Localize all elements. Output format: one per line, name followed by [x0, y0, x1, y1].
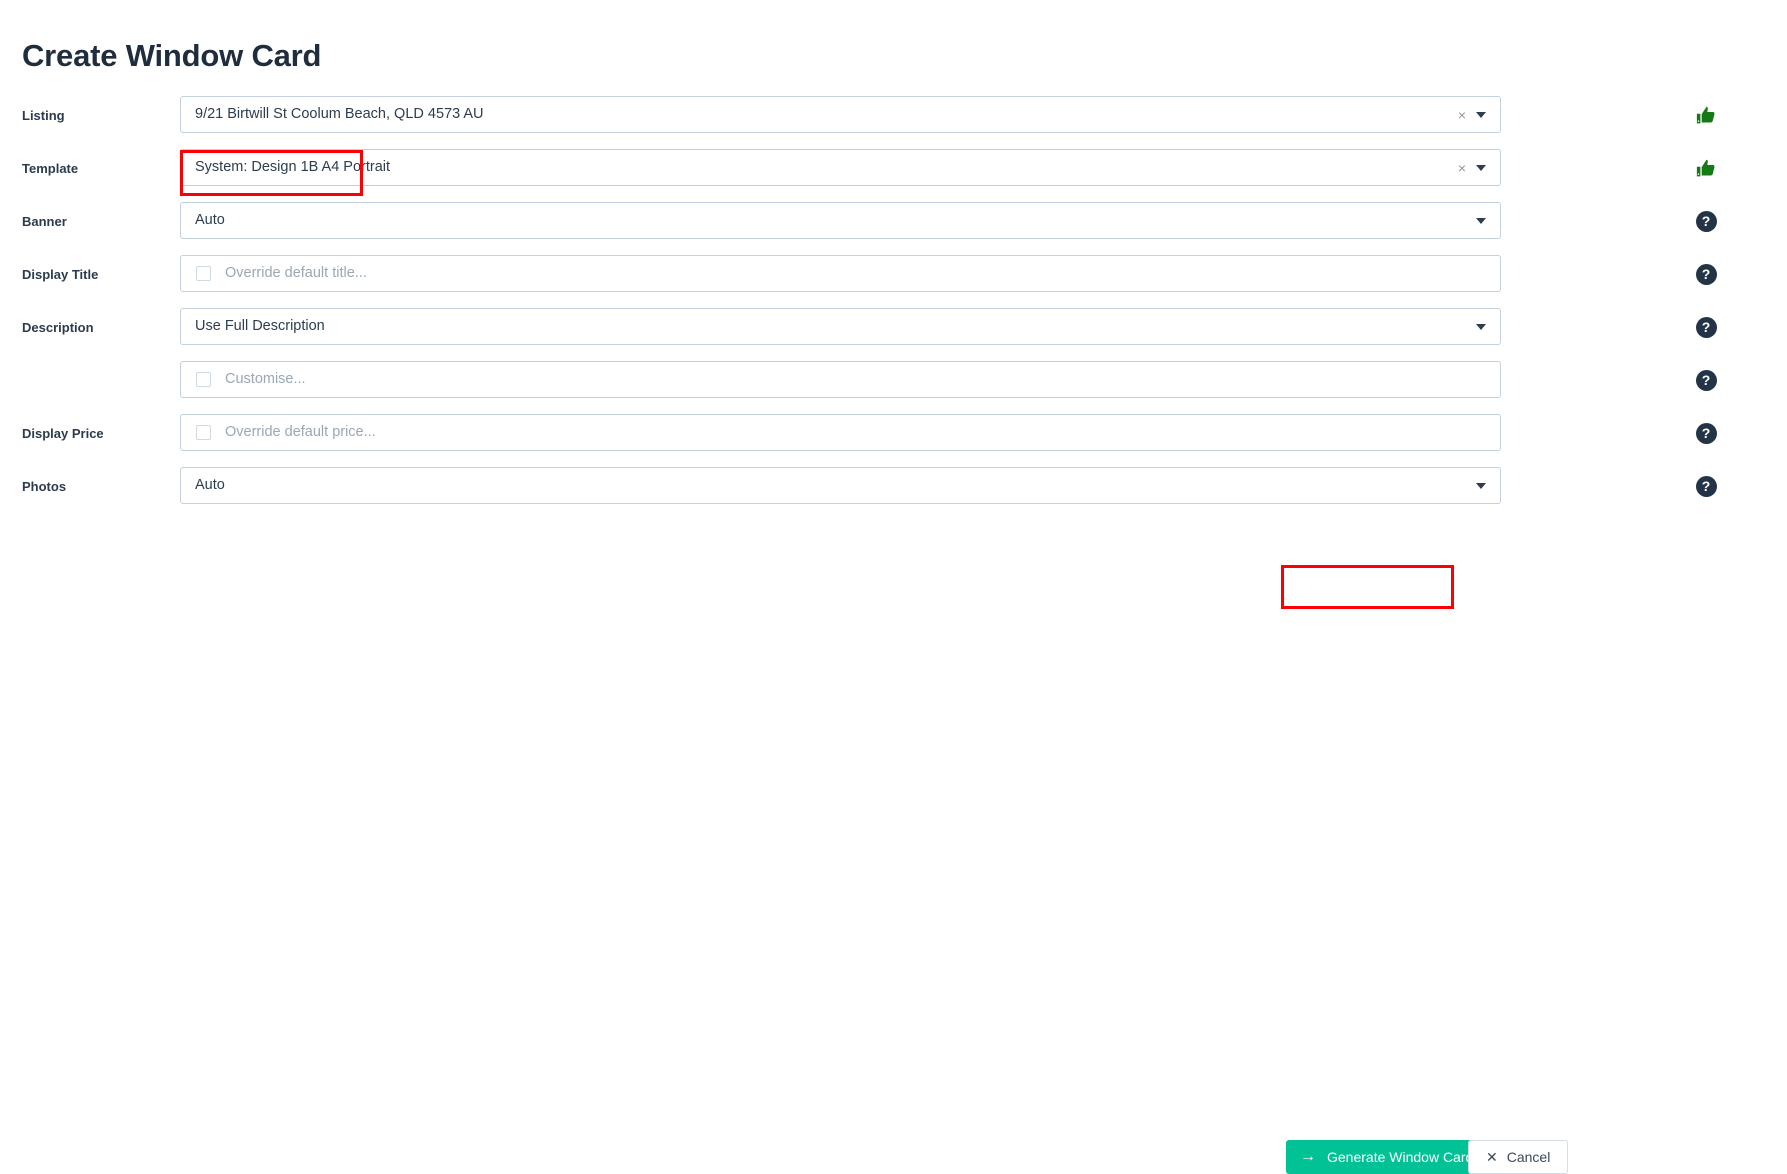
- form-row: Listing 9/21 Birtwill St Coolum Beach, QL…: [0, 96, 1787, 149]
- chevron-down-icon[interactable]: [1476, 323, 1486, 330]
- select-field[interactable]: 9/21 Birtwill St Coolum Beach, QLD 4573 …: [180, 96, 1501, 133]
- help-glyph: ?: [1695, 263, 1717, 285]
- select-field[interactable]: Auto: [180, 467, 1501, 504]
- arrow-right-icon: →: [1300, 1148, 1316, 1165]
- chevron-down-icon[interactable]: [1476, 164, 1486, 171]
- help-glyph: ?: [1695, 369, 1717, 391]
- help-icon[interactable]: ?: [1693, 314, 1719, 340]
- help-icon[interactable]: ?: [1693, 208, 1719, 234]
- checkbox[interactable]: [196, 266, 211, 281]
- field-label: Template: [22, 161, 79, 176]
- form-row: Display Title Override default title...?: [0, 255, 1787, 308]
- field-label: Display Title: [22, 267, 99, 282]
- field-wrapper: 9/21 Birtwill St Coolum Beach, QLD 4573 …: [180, 96, 1715, 133]
- checkbox[interactable]: [196, 372, 211, 387]
- help-glyph: ?: [1695, 316, 1717, 338]
- help-glyph: ?: [1695, 210, 1717, 232]
- field-label: Listing: [22, 108, 65, 123]
- x-icon: ✕: [1486, 1149, 1498, 1165]
- create-window-card-form: Listing 9/21 Birtwill St Coolum Beach, QL…: [0, 96, 1787, 520]
- chevron-down-icon[interactable]: [1476, 217, 1486, 224]
- field-value: Use Full Description: [195, 318, 325, 334]
- chevron-down-icon[interactable]: [1476, 482, 1486, 489]
- checkbox[interactable]: [196, 425, 211, 440]
- field-wrapper: System: Design 1B A4 Portrait ×: [180, 149, 1715, 186]
- help-icon[interactable]: ?: [1693, 367, 1719, 393]
- form-row: Banner Auto?: [0, 202, 1787, 255]
- form-row: Photos Auto?: [0, 467, 1787, 520]
- field-wrapper: Customise...?: [180, 361, 1717, 398]
- field-label: Description: [22, 320, 94, 335]
- field-label: [0, 361, 180, 373]
- cancel-button[interactable]: ✕ Cancel: [1468, 1140, 1569, 1174]
- generate-window-card-button[interactable]: → Generate Window Card: [1286, 1140, 1490, 1174]
- field-placeholder: Customise...: [225, 371, 306, 387]
- select-field[interactable]: Auto: [180, 202, 1501, 239]
- field-wrapper: Auto?: [180, 202, 1717, 239]
- field-placeholder: Override default price...: [225, 424, 376, 440]
- field-value: System: Design 1B A4 Portrait: [195, 159, 391, 175]
- help-icon[interactable]: ?: [1693, 473, 1719, 499]
- field-placeholder: Override default title...: [225, 265, 367, 281]
- field-value: Auto: [195, 477, 225, 493]
- clear-selection-icon[interactable]: ×: [1452, 108, 1474, 122]
- field-wrapper: Auto?: [180, 467, 1717, 504]
- text-input-field[interactable]: Override default title...: [180, 255, 1501, 292]
- field-value: Auto: [195, 212, 225, 228]
- help-icon[interactable]: ?: [1693, 261, 1719, 287]
- form-footer: → Generate Window Card ✕ Cancel: [0, 570, 1787, 1174]
- select-field[interactable]: System: Design 1B A4 Portrait ×: [180, 149, 1501, 186]
- form-row: Customise...?: [0, 361, 1787, 414]
- clear-selection-icon[interactable]: ×: [1452, 161, 1474, 175]
- field-value: 9/21 Birtwill St Coolum Beach, QLD 4573 …: [195, 106, 484, 122]
- cancel-label: Cancel: [1506, 1149, 1551, 1165]
- form-row: Description Use Full Description?: [0, 308, 1787, 361]
- chevron-down-icon[interactable]: [1476, 111, 1486, 118]
- field-label: Display Price: [22, 426, 104, 441]
- generate-window-card-label: Generate Window Card: [1327, 1149, 1474, 1165]
- help-icon[interactable]: ?: [1693, 420, 1719, 446]
- form-row: Display Price Override default price...?: [0, 414, 1787, 467]
- thumbs-up-icon: [1693, 155, 1719, 181]
- field-wrapper: Override default title...?: [180, 255, 1717, 292]
- field-label: Photos: [22, 479, 67, 494]
- text-input-field[interactable]: Customise...: [180, 361, 1501, 398]
- select-field[interactable]: Use Full Description: [180, 308, 1501, 345]
- help-glyph: ?: [1695, 475, 1717, 497]
- thumbs-up-icon: [1693, 102, 1719, 128]
- field-wrapper: Override default price...?: [180, 414, 1717, 451]
- field-wrapper: Use Full Description?: [180, 308, 1717, 345]
- field-label: Banner: [22, 214, 67, 229]
- page-title: Create Window Card: [22, 37, 322, 73]
- form-row: Template System: Design 1B A4 Portrait ×: [0, 149, 1787, 202]
- text-input-field[interactable]: Override default price...: [180, 414, 1501, 451]
- help-glyph: ?: [1695, 422, 1717, 444]
